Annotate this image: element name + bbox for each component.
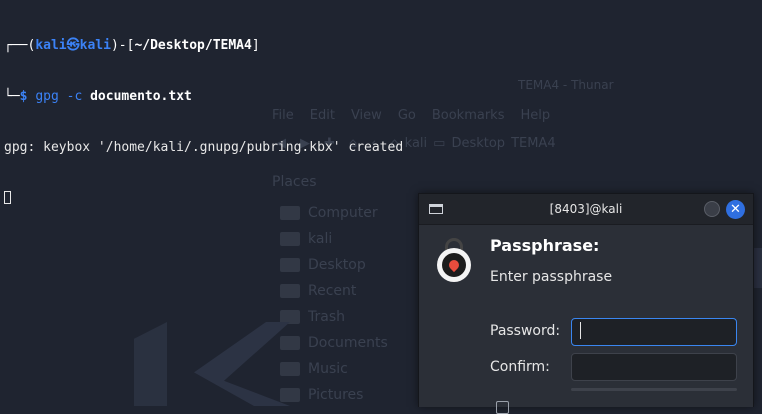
confirm-input[interactable] [571,353,737,381]
places-list: Computer kali Desktop Recent Trash Docum… [280,200,388,408]
pictures-folder-icon [280,388,300,402]
command-arg: documento.txt [90,89,192,104]
crumb-desktop[interactable]: Desktop [451,136,505,151]
command-line: └─$ gpg -c documento.txt [4,89,192,104]
dialog-description: Enter passphrase [490,269,613,285]
place-item-recent[interactable]: Recent [280,278,388,304]
menu-help[interactable]: Help [520,108,550,123]
place-item-trash[interactable]: Trash [280,304,388,330]
confirm-label: Confirm: [490,359,550,375]
clock-icon [280,284,300,298]
prompt-at: ㉿ [66,38,80,53]
close-button[interactable]: ✕ [726,200,745,219]
terminal-cursor [4,191,11,204]
place-item-desktop[interactable]: Desktop [280,252,388,278]
dialog-titlebar[interactable]: [8403]@kali ✕ [419,194,753,225]
prompt-host: kali [79,38,111,53]
dialog-title: [8403]@kali [549,202,623,216]
command-name: gpg -c [35,89,91,104]
menu-bookmarks[interactable]: Bookmarks [432,108,505,123]
breadcrumb: ⌂ kali ▭ Desktop TEMA4 [390,136,555,151]
place-item-pictures[interactable]: Pictures [280,382,388,408]
place-item-music[interactable]: Music [280,356,388,382]
text-caret [580,322,581,339]
place-item-documents[interactable]: Documents [280,330,388,356]
output-line: gpg: keybox '/home/kali/.gnupg/pubring.k… [4,140,404,155]
desktop-icon [280,258,300,272]
trash-icon [280,310,300,324]
dialog-heading: Passphrase: [490,236,600,255]
lock-icon [437,238,471,282]
quality-bar [571,388,737,391]
cursor-line [4,190,403,207]
password-label: Password: [490,323,561,339]
place-item-kali[interactable]: kali [280,226,388,252]
password-input[interactable] [571,318,737,346]
prompt-user: kali [35,38,67,53]
music-folder-icon [280,362,300,376]
minimize-button[interactable] [704,201,720,217]
crumb-desktop-icon: ▭ [433,136,446,151]
save-checkbox[interactable] [496,401,509,414]
home-folder-icon [280,232,300,246]
prompt-path: ~/Desktop/TEMA4 [134,38,252,53]
terminal[interactable]: ┌──(kali㉿kali)-[~/Desktop/TEMA4] └─$ gpg… [4,3,403,224]
pinentry-dialog: [8403]@kali ✕ Passphrase: Enter passphra… [418,193,754,414]
crumb-kali[interactable]: kali [405,136,428,151]
file-manager-title: TEMA4 - Thunar [518,78,614,92]
crumb-tema4[interactable]: TEMA4 [511,136,556,151]
folder-icon [280,336,300,350]
prompt-line: ┌──(kali㉿kali)-[~/Desktop/TEMA4] [4,38,260,53]
